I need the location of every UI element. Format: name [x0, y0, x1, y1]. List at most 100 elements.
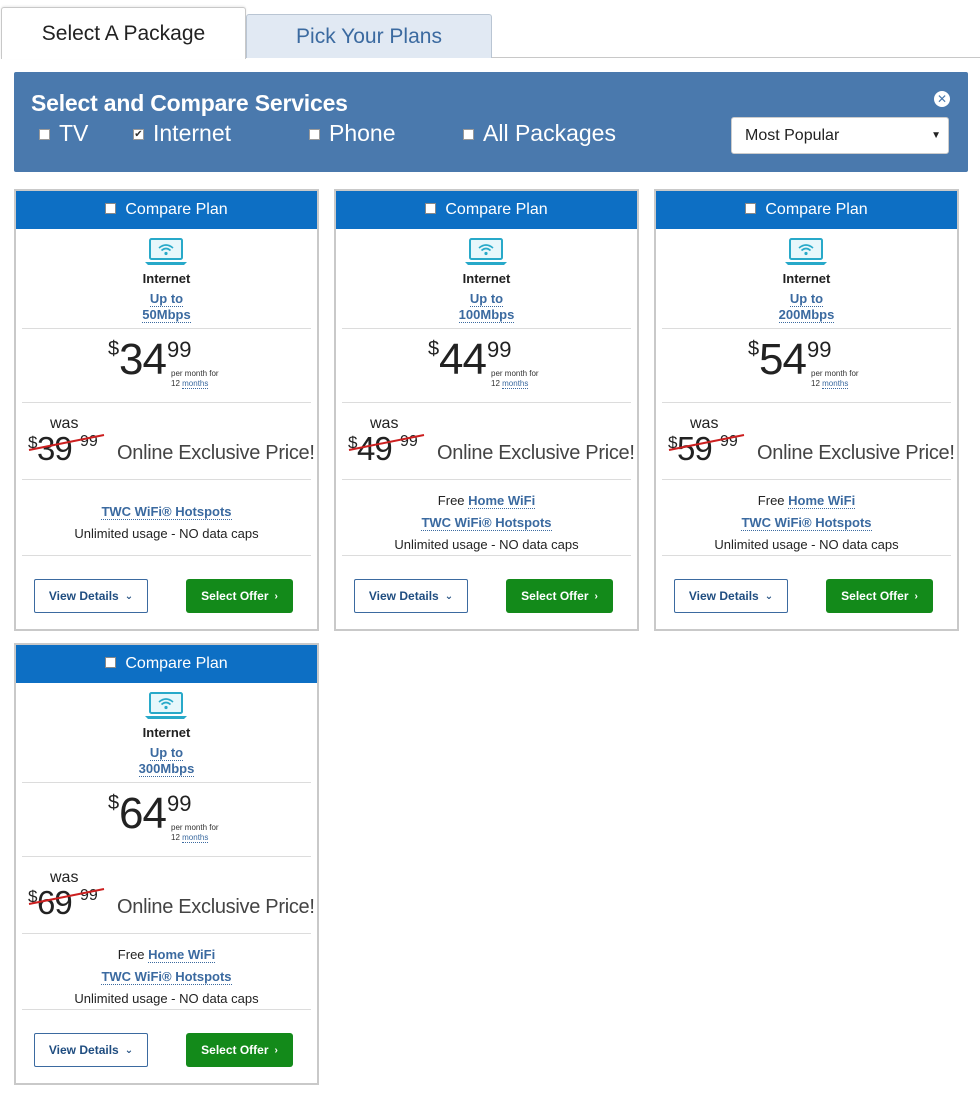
- speed-value[interactable]: 50Mbps: [16, 307, 317, 323]
- divider: [662, 479, 951, 480]
- divider: [22, 856, 311, 857]
- compare-plan-label: Compare Plan: [445, 201, 548, 218]
- hotspots-link[interactable]: TWC WiFi® Hotspots: [741, 515, 872, 531]
- divider: [22, 782, 311, 783]
- compare-plan-label: Compare Plan: [125, 201, 228, 218]
- home-wifi-feature: Free Home WiFi: [336, 493, 637, 509]
- price-term: 12 months: [811, 379, 849, 389]
- speed-value[interactable]: 100Mbps: [336, 307, 637, 323]
- was-price: was $ 59 99: [668, 415, 768, 471]
- close-icon[interactable]: ✕: [934, 91, 950, 107]
- select-offer-button[interactable]: Select Offer ›: [186, 1033, 293, 1067]
- compare-services-panel: Select and Compare Services ✕ TV ✔ Inter…: [14, 72, 968, 172]
- price-currency: $: [108, 792, 120, 814]
- plan-card: Compare Plan Internet Up to 50Mbps $ 34 …: [14, 189, 319, 631]
- price-whole: 44: [439, 335, 487, 384]
- divider: [342, 328, 631, 329]
- view-details-button[interactable]: View Details ⌄: [674, 579, 788, 613]
- compare-plan-checkbox[interactable]: [425, 203, 437, 214]
- card-body: Internet Up to 300Mbps $ 64 99 per month…: [16, 683, 317, 1083]
- view-details-button[interactable]: View Details ⌄: [354, 579, 468, 613]
- term-months-link[interactable]: months: [182, 833, 209, 843]
- select-offer-label: Select Offer: [841, 589, 909, 603]
- compare-plan-header[interactable]: Compare Plan: [16, 191, 317, 229]
- compare-plan-checkbox[interactable]: [745, 203, 757, 214]
- filter-option-all-packages[interactable]: All Packages: [463, 120, 616, 147]
- package-tabs: Select A Package Pick Your Plans: [0, 0, 980, 60]
- home-wifi-link[interactable]: Home WiFi: [468, 493, 536, 509]
- chevron-right-icon: ›: [914, 590, 918, 602]
- select-offer-button[interactable]: Select Offer ›: [506, 579, 613, 613]
- was-price: was $ 49 99: [348, 415, 448, 471]
- home-wifi-link[interactable]: Home WiFi: [788, 493, 856, 509]
- term-months-link[interactable]: months: [822, 379, 849, 389]
- service-name: Internet: [142, 725, 191, 740]
- select-offer-label: Select Offer: [201, 589, 269, 603]
- term-months-link[interactable]: months: [182, 379, 209, 389]
- tv-checkbox[interactable]: [39, 129, 50, 140]
- compare-plan-header[interactable]: Compare Plan: [16, 645, 317, 683]
- divider: [22, 933, 311, 934]
- all-packages-checkbox[interactable]: [463, 129, 474, 140]
- compare-plan-header[interactable]: Compare Plan: [656, 191, 957, 229]
- price-period: per month for: [811, 369, 859, 378]
- chevron-right-icon: ›: [274, 590, 278, 602]
- compare-plan-checkbox[interactable]: [105, 657, 117, 668]
- speed-value[interactable]: 200Mbps: [656, 307, 957, 323]
- view-details-button[interactable]: View Details ⌄: [34, 1033, 148, 1067]
- hotspots-link[interactable]: TWC WiFi® Hotspots: [101, 504, 232, 520]
- view-details-button[interactable]: View Details ⌄: [34, 579, 148, 613]
- price-cents: 99: [487, 337, 512, 362]
- strikethrough-line: [28, 434, 105, 451]
- exclusive-price-text: Online Exclusive Price!: [117, 896, 315, 918]
- divider: [22, 555, 311, 556]
- filter-option-label: All Packages: [483, 120, 616, 146]
- sort-select[interactable]: Most Popular ▼: [731, 117, 949, 154]
- hotspots-feature: TWC WiFi® Hotspots: [16, 504, 317, 520]
- price-period: per month for: [171, 823, 219, 832]
- select-offer-button[interactable]: Select Offer ›: [186, 579, 293, 613]
- filter-option-internet[interactable]: ✔ Internet: [133, 120, 231, 147]
- hotspots-link[interactable]: TWC WiFi® Hotspots: [101, 969, 232, 985]
- price-currency: $: [108, 338, 120, 360]
- card-body: Internet Up to 200Mbps $ 54 99 per month…: [656, 229, 957, 629]
- compare-plan-header[interactable]: Compare Plan: [336, 191, 637, 229]
- view-details-label: View Details: [368, 589, 439, 603]
- view-details-label: View Details: [48, 589, 119, 603]
- service-name: Internet: [462, 271, 511, 286]
- free-prefix: Free: [437, 493, 469, 508]
- select-offer-button[interactable]: Select Offer ›: [826, 579, 933, 613]
- laptop-wifi-icon: [145, 692, 187, 719]
- plan-card: Compare Plan Internet Up to 200Mbps $ 54…: [654, 189, 959, 631]
- service-name: Internet: [782, 271, 831, 286]
- card-body: Internet Up to 100Mbps $ 44 99 per month…: [336, 229, 637, 629]
- phone-checkbox[interactable]: [309, 129, 320, 140]
- tab-select-a-package[interactable]: Select A Package: [1, 7, 246, 59]
- home-wifi-feature: Free Home WiFi: [16, 947, 317, 963]
- chevron-down-icon: ⌄: [124, 590, 134, 602]
- free-prefix: Free: [757, 493, 789, 508]
- internet-checkbox[interactable]: ✔: [133, 129, 144, 140]
- term-months-link[interactable]: months: [502, 379, 529, 389]
- speed-prefix: Up to: [469, 291, 504, 307]
- tab-pick-your-plans[interactable]: Pick Your Plans: [246, 14, 492, 58]
- divider: [22, 402, 311, 403]
- chevron-right-icon: ›: [274, 1044, 278, 1056]
- filter-option-phone[interactable]: Phone: [309, 120, 396, 147]
- divider: [662, 402, 951, 403]
- laptop-wifi-icon: [785, 238, 827, 265]
- speed-value[interactable]: 300Mbps: [16, 761, 317, 777]
- price-term: 12 months: [171, 379, 209, 389]
- compare-plan-label: Compare Plan: [125, 655, 228, 672]
- hotspots-link[interactable]: TWC WiFi® Hotspots: [421, 515, 552, 531]
- filter-option-tv[interactable]: TV: [39, 120, 88, 147]
- filter-option-label: Phone: [329, 120, 396, 146]
- chevron-down-icon: ⌄: [444, 590, 454, 602]
- price-cents: 99: [167, 791, 192, 816]
- price-period: per month for: [491, 369, 539, 378]
- home-wifi-link[interactable]: Home WiFi: [148, 947, 216, 963]
- home-wifi-feature: Free Home WiFi: [656, 493, 957, 509]
- panel-title: Select and Compare Services: [31, 90, 348, 116]
- compare-plan-label: Compare Plan: [765, 201, 868, 218]
- compare-plan-checkbox[interactable]: [105, 203, 117, 214]
